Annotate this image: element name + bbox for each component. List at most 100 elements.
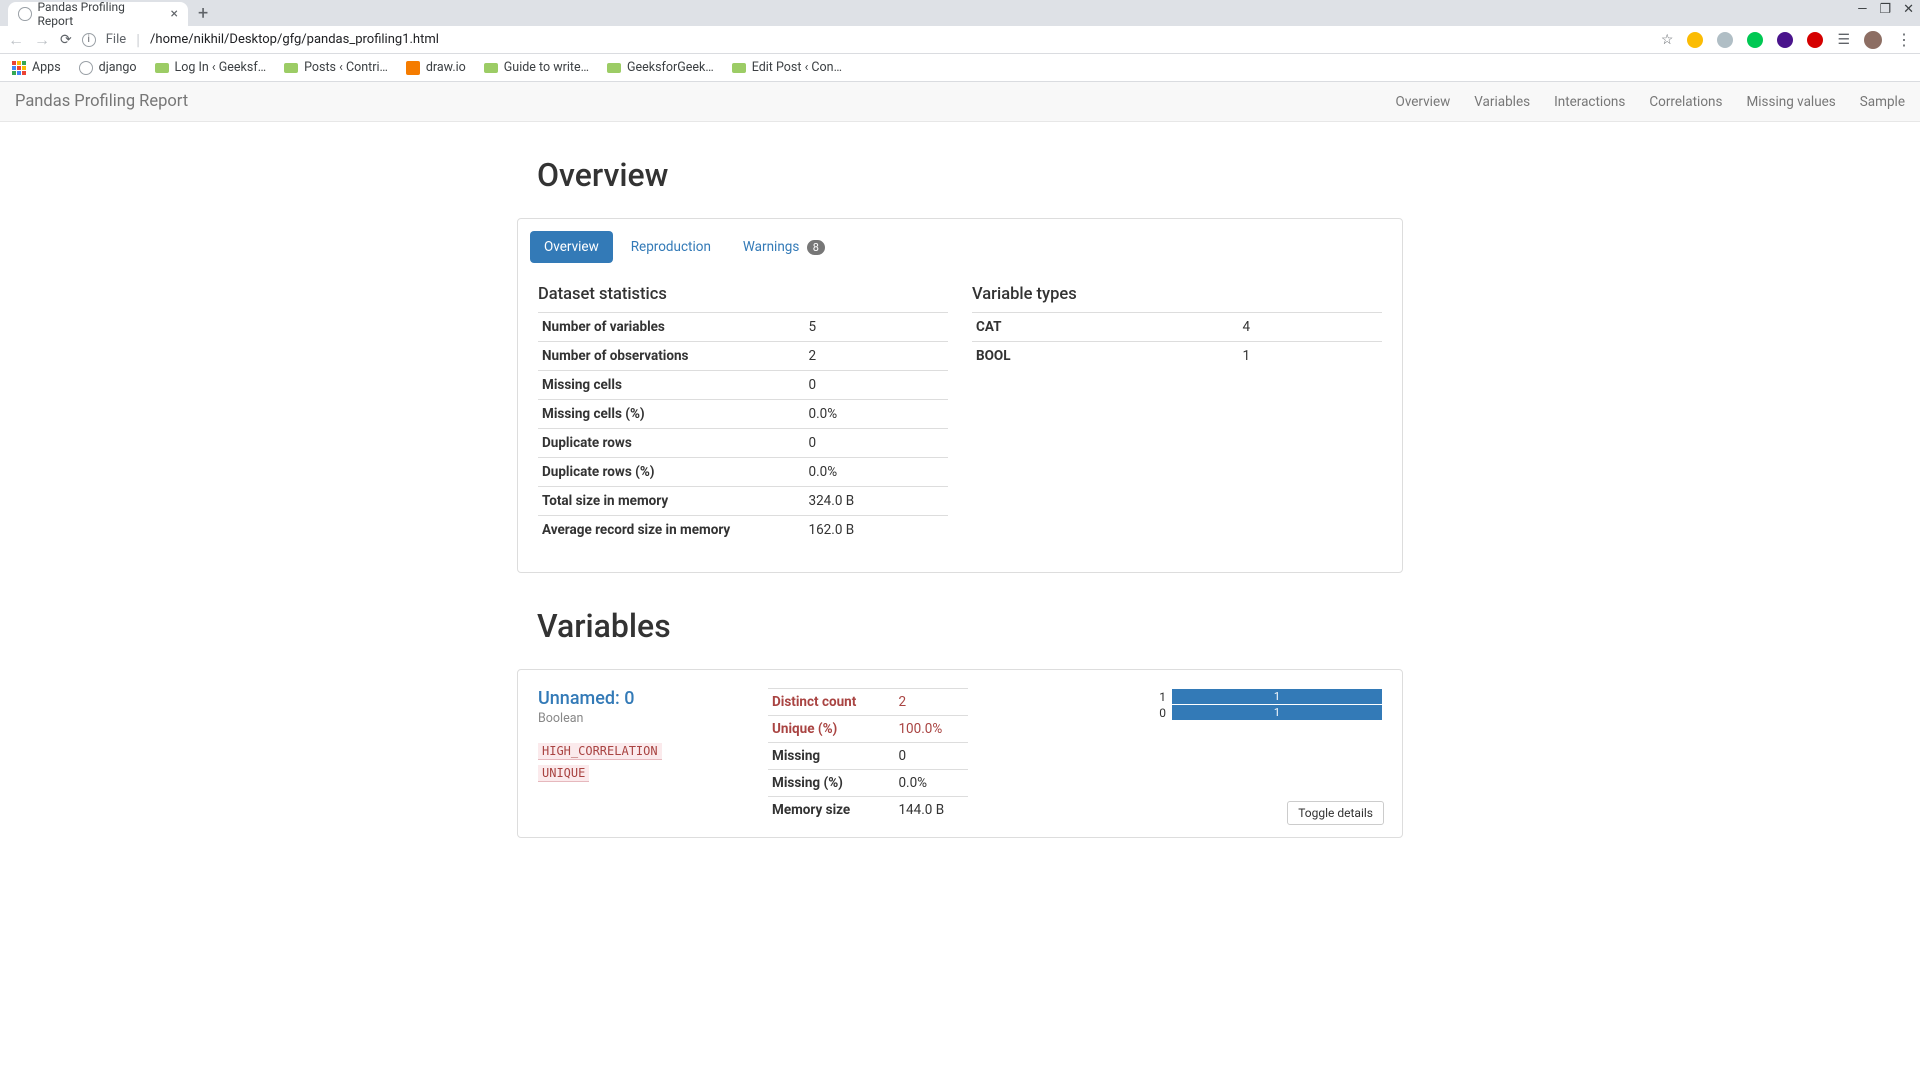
table-row: Distinct count2 xyxy=(768,689,968,716)
stat-val: 0.0% xyxy=(805,458,949,487)
divider: | xyxy=(136,30,140,49)
table-row: Memory size144.0 B xyxy=(768,797,968,824)
table-row: CAT4 xyxy=(972,313,1382,342)
reload-icon[interactable]: ⟳ xyxy=(60,32,72,48)
extension-icon[interactable] xyxy=(1807,32,1823,48)
table-row: Number of variables5 xyxy=(538,313,948,342)
table-row: Missing cells (%)0.0% xyxy=(538,400,948,429)
extension-icon[interactable] xyxy=(1777,32,1793,48)
table-row: BOOL1 xyxy=(972,342,1382,371)
stat-key: Average record size in memory xyxy=(538,516,805,545)
tab-warnings[interactable]: Warnings 8 xyxy=(729,231,839,263)
edit-bookmark[interactable]: Edit Post ‹ Con… xyxy=(732,60,842,75)
vs-val: 100.0% xyxy=(894,716,968,743)
scroll-viewport[interactable]: Overview Overview Reproduction Warnings … xyxy=(0,122,1920,1080)
nav-correlations[interactable]: Correlations xyxy=(1649,94,1722,110)
table-row: Duplicate rows (%)0.0% xyxy=(538,458,948,487)
stat-val: 0 xyxy=(805,371,949,400)
vs-key: Missing xyxy=(768,743,894,770)
stat-key: Duplicate rows (%) xyxy=(538,458,805,487)
globe-icon xyxy=(18,7,32,21)
vs-val: 144.0 B xyxy=(894,797,968,824)
drawio-bookmark[interactable]: draw.io xyxy=(406,60,466,75)
nav-missing[interactable]: Missing values xyxy=(1746,94,1835,110)
table-row: Duplicate rows0 xyxy=(538,429,948,458)
table-row: Missing (%)0.0% xyxy=(768,770,968,797)
vs-val: 0.0% xyxy=(894,770,968,797)
bar-row: 0 1 xyxy=(1152,705,1382,720)
dataset-stats-heading: Dataset statistics xyxy=(538,285,948,304)
variables-heading: Variables xyxy=(537,607,1403,645)
file-label: File xyxy=(106,32,126,47)
table-row: Total size in memory324.0 B xyxy=(538,487,948,516)
extension-icon[interactable] xyxy=(1687,32,1703,48)
warnings-badge: 8 xyxy=(807,240,825,255)
gfg-icon xyxy=(607,63,621,73)
profile-avatar[interactable] xyxy=(1864,31,1882,49)
bookmarks-bar: Apps django Log In ‹ Geeksf… Posts ‹ Con… xyxy=(0,54,1920,82)
vs-key: Distinct count xyxy=(768,689,894,716)
apps-label: Apps xyxy=(32,60,61,75)
nav-sample[interactable]: Sample xyxy=(1860,94,1905,110)
bk-label: draw.io xyxy=(426,60,466,75)
bar-label: 0 xyxy=(1152,706,1166,720)
variable-name[interactable]: Unnamed: 0 xyxy=(538,688,738,709)
stat-key: Total size in memory xyxy=(538,487,805,516)
tag-high-correlation: HIGH_CORRELATION xyxy=(538,743,662,760)
gfg-icon xyxy=(732,63,746,73)
bar: 1 xyxy=(1172,689,1382,704)
table-row: Missing0 xyxy=(768,743,968,770)
variable-type: Boolean xyxy=(538,711,738,726)
vs-key: Memory size xyxy=(768,797,894,824)
django-bookmark[interactable]: django xyxy=(79,60,137,75)
url-path[interactable]: /home/nikhil/Desktop/gfg/pandas_profilin… xyxy=(150,32,439,47)
table-row: Number of observations2 xyxy=(538,342,948,371)
kebab-menu-icon[interactable]: ⋮ xyxy=(1896,30,1912,49)
address-bar: ← → ⟳ i File | /home/nikhil/Desktop/gfg/… xyxy=(0,26,1920,54)
browser-tab[interactable]: Pandas Profiling Report × xyxy=(8,2,188,26)
forward-icon[interactable]: → xyxy=(34,30,50,50)
variable-types-table: CAT4 BOOL1 xyxy=(972,312,1382,370)
nav-variables[interactable]: Variables xyxy=(1474,94,1530,110)
posts-bookmark[interactable]: Posts ‹ Contri… xyxy=(284,60,388,75)
close-icon[interactable]: × xyxy=(171,6,178,22)
tab-warnings-label: Warnings xyxy=(743,239,799,255)
extension-icon[interactable] xyxy=(1747,32,1763,48)
tab-reproduction[interactable]: Reproduction xyxy=(617,231,725,263)
apps-icon xyxy=(12,61,26,75)
close-window-icon[interactable]: ✕ xyxy=(1903,2,1914,17)
overview-tabs: Overview Reproduction Warnings 8 xyxy=(518,219,1402,263)
nav-interactions[interactable]: Interactions xyxy=(1554,94,1625,110)
type-key: CAT xyxy=(972,313,1239,342)
maximize-icon[interactable]: ❐ xyxy=(1879,2,1891,17)
nav-links: Overview Variables Interactions Correlat… xyxy=(1396,94,1905,110)
stat-val: 162.0 B xyxy=(805,516,949,545)
table-row: Average record size in memory162.0 B xyxy=(538,516,948,545)
info-icon[interactable]: i xyxy=(82,33,96,47)
login-bookmark[interactable]: Log In ‹ Geeksf… xyxy=(155,60,267,75)
gfg-icon xyxy=(155,63,169,73)
toggle-details-button[interactable]: Toggle details xyxy=(1287,801,1384,825)
stat-key: Duplicate rows xyxy=(538,429,805,458)
bookmark-star-icon[interactable]: ☆ xyxy=(1661,32,1674,48)
bk-label: Posts ‹ Contri… xyxy=(304,60,388,75)
variable-stats-table: Distinct count2 Unique (%)100.0% Missing… xyxy=(768,688,968,823)
stat-key: Missing cells xyxy=(538,371,805,400)
apps-bookmark[interactable]: Apps xyxy=(12,60,61,75)
tab-overview[interactable]: Overview xyxy=(530,231,613,263)
stat-val: 324.0 B xyxy=(805,487,949,516)
bk-label: django xyxy=(99,60,137,75)
extension-icon[interactable] xyxy=(1717,32,1733,48)
overview-heading: Overview xyxy=(537,156,1403,194)
stat-val: 0.0% xyxy=(805,400,949,429)
nav-overview[interactable]: Overview xyxy=(1396,94,1451,110)
back-icon[interactable]: ← xyxy=(8,30,24,50)
guide-bookmark[interactable]: Guide to write… xyxy=(484,60,589,75)
variable-card: Unnamed: 0 Boolean HIGH_CORRELATION UNIQ… xyxy=(517,669,1403,838)
gfg-bookmark[interactable]: GeeksforGeek… xyxy=(607,60,714,75)
vs-val: 0 xyxy=(894,743,968,770)
gfg-icon xyxy=(284,63,298,73)
minimize-icon[interactable]: — xyxy=(1857,2,1867,17)
new-tab-button[interactable]: + xyxy=(198,3,208,24)
reading-list-icon[interactable]: ☰ xyxy=(1837,32,1850,48)
